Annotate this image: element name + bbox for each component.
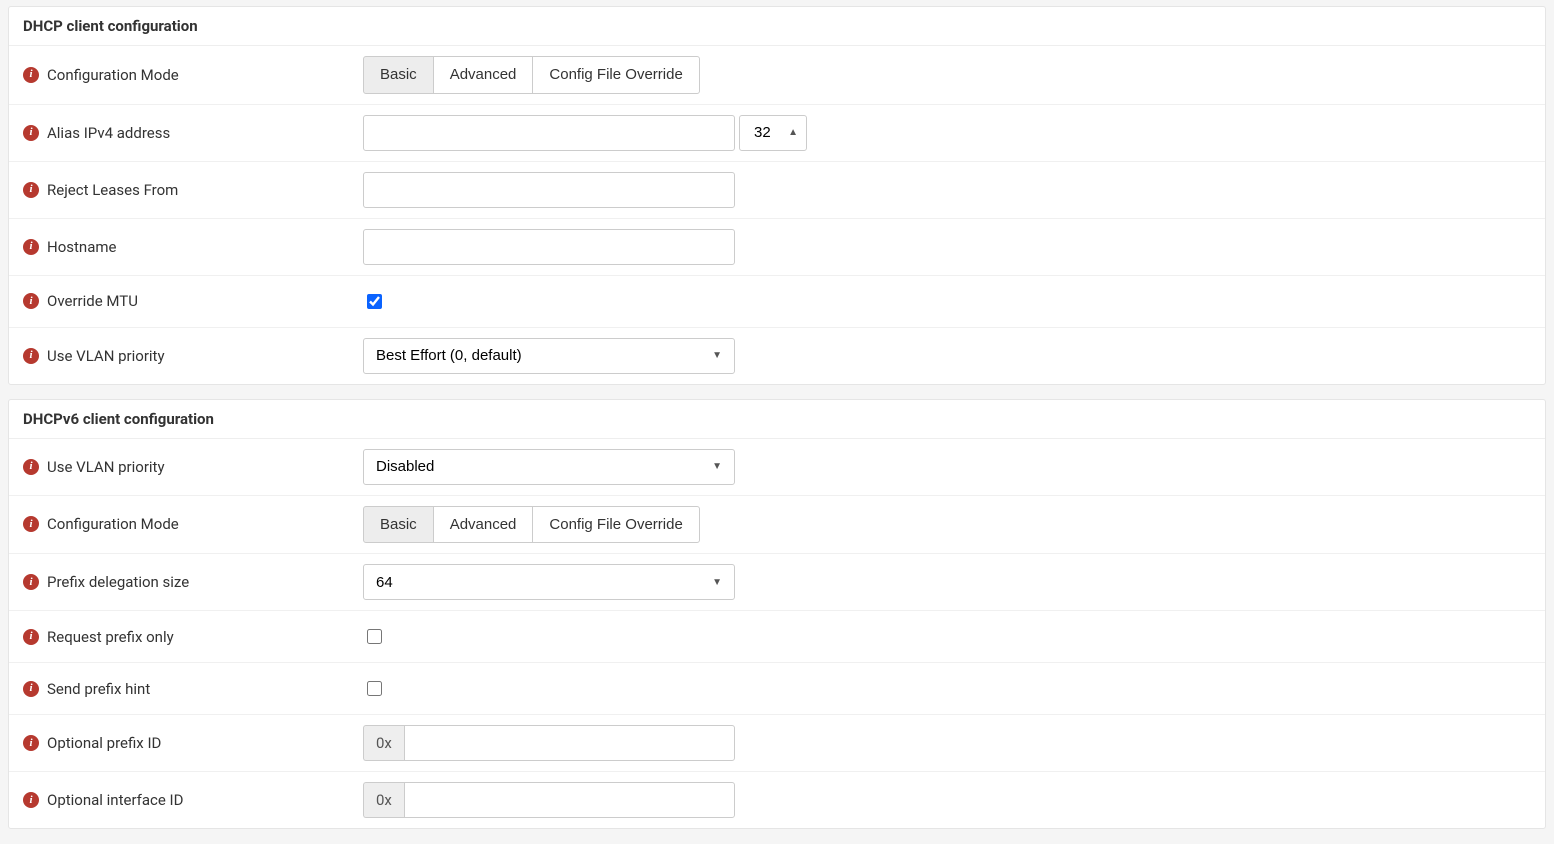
row-vlan-priority: i Use VLAN priority Best Effort (0, defa…: [9, 327, 1545, 384]
info-icon[interactable]: i: [23, 182, 39, 198]
label-alias-ipv4: Alias IPv4 address: [47, 124, 170, 142]
vlan-priority-value: Best Effort (0, default): [376, 347, 522, 364]
dhcp4-title: DHCP client configuration: [9, 7, 1545, 46]
config-mode-advanced-button[interactable]: Advanced: [433, 56, 534, 94]
label-optional-prefix-id: Optional prefix ID: [47, 734, 161, 752]
vlan-priority-v6-value: Disabled: [376, 458, 434, 475]
config-mode-v6-override-button[interactable]: Config File Override: [532, 506, 699, 544]
row-send-prefix-hint: i Send prefix hint: [9, 662, 1545, 714]
override-mtu-checkbox[interactable]: [367, 294, 382, 309]
info-icon[interactable]: i: [23, 792, 39, 808]
label-request-prefix: Request prefix only: [47, 628, 174, 646]
dhcp6-panel: DHCPv6 client configuration i Use VLAN p…: [8, 399, 1546, 830]
label-vlan-priority-v6: Use VLAN priority: [47, 458, 165, 476]
prefix-delegation-value: 64: [376, 574, 393, 591]
row-optional-interface-id: i Optional interface ID 0x: [9, 771, 1545, 828]
optional-interface-id-input[interactable]: [404, 782, 735, 818]
info-icon[interactable]: i: [23, 67, 39, 83]
info-icon[interactable]: i: [23, 681, 39, 697]
info-icon[interactable]: i: [23, 348, 39, 364]
row-reject-leases: i Reject Leases From: [9, 161, 1545, 218]
info-icon[interactable]: i: [23, 629, 39, 645]
vlan-priority-v6-select[interactable]: Disabled ▼: [363, 449, 735, 485]
send-prefix-hint-checkbox[interactable]: [367, 681, 382, 696]
info-icon[interactable]: i: [23, 125, 39, 141]
interface-id-addon: 0x: [363, 782, 404, 818]
vlan-priority-select[interactable]: Best Effort (0, default) ▼: [363, 338, 735, 374]
config-mode-override-button[interactable]: Config File Override: [532, 56, 699, 94]
alias-ipv4-input[interactable]: [363, 115, 735, 151]
prefix-delegation-select[interactable]: 64 ▼: [363, 564, 735, 600]
caret-down-icon: ▼: [712, 461, 722, 472]
dhcp6-title: DHCPv6 client configuration: [9, 400, 1545, 439]
config-mode-basic-button[interactable]: Basic: [363, 56, 434, 94]
info-icon[interactable]: i: [23, 735, 39, 751]
label-vlan-priority: Use VLAN priority: [47, 347, 165, 365]
label-optional-interface-id: Optional interface ID: [47, 791, 183, 809]
row-prefix-delegation: i Prefix delegation size 64 ▼: [9, 553, 1545, 610]
row-config-mode: i Configuration Mode Basic Advanced Conf…: [9, 46, 1545, 104]
optional-prefix-id-input[interactable]: [404, 725, 735, 761]
alias-ipv4-cidr-value: 32: [754, 124, 771, 141]
row-hostname: i Hostname: [9, 218, 1545, 275]
label-override-mtu: Override MTU: [47, 292, 138, 310]
info-icon[interactable]: i: [23, 516, 39, 532]
label-config-mode: Configuration Mode: [47, 66, 179, 84]
row-override-mtu: i Override MTU: [9, 275, 1545, 327]
caret-up-icon: ▲: [788, 127, 798, 138]
alias-ipv4-cidr-select[interactable]: 32 ▲: [739, 115, 807, 151]
hostname-input[interactable]: [363, 229, 735, 265]
label-prefix-delegation: Prefix delegation size: [47, 573, 189, 591]
prefix-id-addon: 0x: [363, 725, 404, 761]
row-request-prefix: i Request prefix only: [9, 610, 1545, 662]
label-reject-leases: Reject Leases From: [47, 181, 178, 199]
info-icon[interactable]: i: [23, 459, 39, 475]
label-send-prefix-hint: Send prefix hint: [47, 680, 150, 698]
row-alias-ipv4: i Alias IPv4 address 32 ▲: [9, 104, 1545, 161]
info-icon[interactable]: i: [23, 239, 39, 255]
info-icon[interactable]: i: [23, 574, 39, 590]
dhcp4-panel: DHCP client configuration i Configuratio…: [8, 6, 1546, 385]
info-icon[interactable]: i: [23, 293, 39, 309]
config-mode-toggle: Basic Advanced Config File Override: [363, 56, 700, 94]
config-mode-v6-basic-button[interactable]: Basic: [363, 506, 434, 544]
config-mode-v6-toggle: Basic Advanced Config File Override: [363, 506, 700, 544]
config-mode-v6-advanced-button[interactable]: Advanced: [433, 506, 534, 544]
row-config-mode-v6: i Configuration Mode Basic Advanced Conf…: [9, 495, 1545, 554]
reject-leases-input[interactable]: [363, 172, 735, 208]
caret-down-icon: ▼: [712, 350, 722, 361]
caret-down-icon: ▼: [712, 577, 722, 588]
request-prefix-checkbox[interactable]: [367, 629, 382, 644]
row-optional-prefix-id: i Optional prefix ID 0x: [9, 714, 1545, 771]
row-vlan-priority-v6: i Use VLAN priority Disabled ▼: [9, 439, 1545, 495]
label-hostname: Hostname: [47, 238, 116, 256]
label-config-mode-v6: Configuration Mode: [47, 515, 179, 533]
